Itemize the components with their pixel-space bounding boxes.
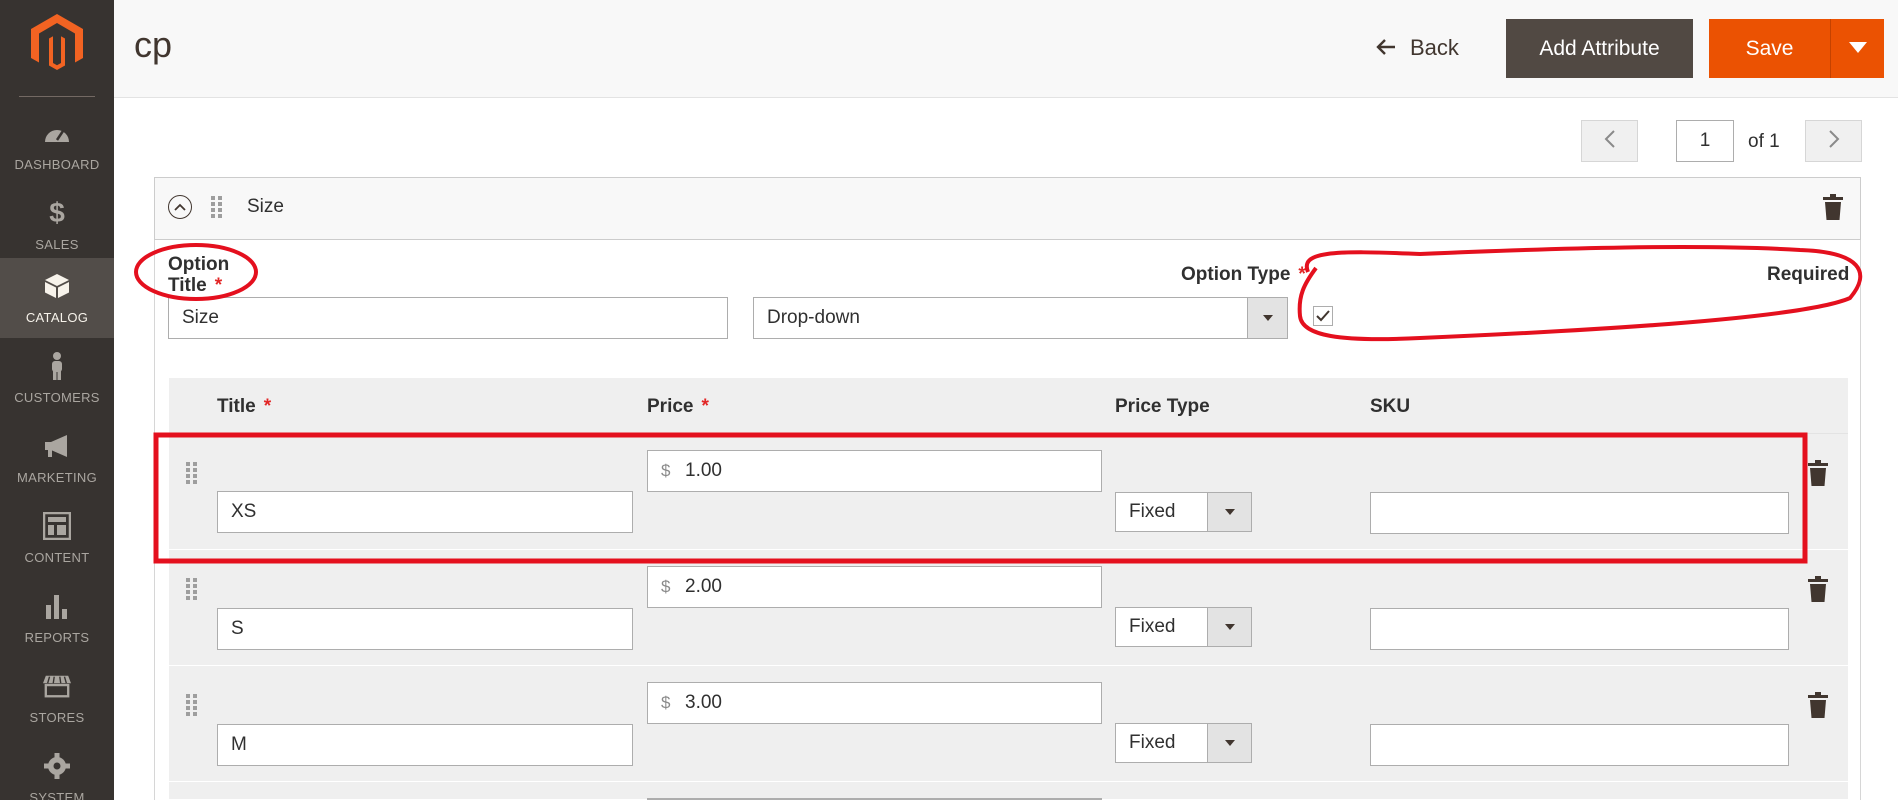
value-sku-input[interactable] xyxy=(1370,608,1789,650)
price-value: 1.00 xyxy=(685,460,722,481)
back-button[interactable]: Back xyxy=(1376,30,1459,66)
currency-symbol: $ xyxy=(661,577,671,596)
required-checkbox[interactable] xyxy=(1313,306,1333,326)
sidebar-item-label: DASHBOARD xyxy=(14,157,100,172)
sidebar-item-label: STORES xyxy=(29,710,85,725)
price-type-select[interactable]: Fixed xyxy=(1115,607,1252,647)
sidebar-item-label: REPORTS xyxy=(24,630,90,645)
value-title-input[interactable]: S xyxy=(217,608,633,650)
drag-handle-icon[interactable] xyxy=(186,694,198,716)
currency-symbol: $ xyxy=(661,693,671,712)
column-header-sku: SKU xyxy=(1370,396,1411,417)
required-asterisk: * xyxy=(1298,264,1306,285)
values-grid-header xyxy=(169,378,1848,434)
required-label: Required xyxy=(1767,264,1850,285)
value-sku-input[interactable] xyxy=(1370,724,1789,766)
drag-handle-icon[interactable] xyxy=(186,578,198,600)
sidebar-item-system[interactable]: SYSTEM xyxy=(0,738,114,800)
pager-prev-button[interactable] xyxy=(1581,120,1638,162)
caret-down-icon xyxy=(1207,724,1251,762)
chevron-right-icon xyxy=(1828,129,1840,154)
caret-down-icon xyxy=(1207,608,1251,646)
required-asterisk: * xyxy=(214,275,223,296)
option-title-input[interactable]: Size xyxy=(168,297,728,339)
dollar-icon: $ xyxy=(49,197,65,228)
option-type-value: Drop-down xyxy=(767,307,860,328)
cube-icon xyxy=(43,272,71,300)
caret-down-icon xyxy=(1247,298,1287,338)
option-type-label-text: Option Type xyxy=(1181,264,1291,285)
column-header-title: Title * xyxy=(217,396,271,418)
back-button-label: Back xyxy=(1410,35,1459,60)
sidebar-item-label: SALES xyxy=(35,237,79,252)
column-header-price-text: Price xyxy=(647,396,694,417)
sidebar-item-label: CUSTOMERS xyxy=(14,390,100,405)
save-button[interactable]: Save xyxy=(1709,19,1830,78)
price-value: 3.00 xyxy=(685,692,722,713)
save-options-toggle[interactable] xyxy=(1830,19,1884,78)
collapse-icon[interactable] xyxy=(168,195,192,219)
price-type-value: Fixed xyxy=(1129,732,1176,753)
value-sku-input[interactable] xyxy=(1370,492,1789,534)
sidebar-item-stores[interactable]: STORES xyxy=(0,658,114,738)
required-asterisk: * xyxy=(263,396,272,417)
sidebar-item-customers[interactable]: CUSTOMERS xyxy=(0,338,114,418)
price-type-select[interactable]: Fixed xyxy=(1115,492,1252,532)
sidebar-item-catalog[interactable]: CATALOG xyxy=(0,258,114,338)
sidebar-item-sales[interactable]: $ SALES xyxy=(0,185,114,265)
value-price-input[interactable]: $ 1.00 xyxy=(647,450,1102,492)
megaphone-icon xyxy=(43,432,71,460)
gear-icon xyxy=(43,752,71,780)
pager-next-button[interactable] xyxy=(1805,120,1862,162)
column-header-price: Price * xyxy=(647,396,709,418)
sidebar-item-label: CONTENT xyxy=(24,550,90,565)
person-icon xyxy=(43,352,71,380)
pager-total: of 1 xyxy=(1748,131,1780,152)
caret-down-icon xyxy=(1207,493,1251,531)
arrow-left-icon xyxy=(1376,35,1396,61)
trash-icon[interactable] xyxy=(1808,576,1828,602)
value-title-input[interactable]: M xyxy=(217,724,633,766)
value-title-input[interactable]: XS xyxy=(217,491,633,533)
pager-page-input[interactable]: 1 xyxy=(1676,120,1734,162)
price-type-value: Fixed xyxy=(1129,616,1176,637)
column-header-title-text: Title xyxy=(217,396,256,417)
currency-symbol: $ xyxy=(661,461,671,480)
trash-icon[interactable] xyxy=(1808,692,1828,718)
sidebar-item-reports[interactable]: REPORTS xyxy=(0,578,114,658)
sidebar-item-label: SYSTEM xyxy=(29,790,85,800)
admin-sidebar: DASHBOARD $ SALES CATALOG CUSTOMERS MARK… xyxy=(0,0,114,800)
page-title: cp xyxy=(134,24,173,65)
trash-icon[interactable] xyxy=(1808,460,1828,486)
sidebar-item-content[interactable]: CONTENT xyxy=(0,498,114,578)
option-type-select[interactable]: Drop-down xyxy=(753,297,1288,339)
bar-chart-icon xyxy=(43,592,71,620)
option-header-title: Size xyxy=(247,196,284,217)
caret-down-icon xyxy=(1848,40,1867,58)
price-type-value: Fixed xyxy=(1129,501,1176,522)
required-asterisk: * xyxy=(701,396,709,417)
option-header[interactable] xyxy=(154,177,1861,240)
price-value: 2.00 xyxy=(685,576,722,597)
storefront-icon xyxy=(43,672,71,700)
option-title-label: Option Title * xyxy=(168,254,238,296)
magento-logo-icon[interactable] xyxy=(31,14,83,70)
sidebar-item-dashboard[interactable]: DASHBOARD xyxy=(0,105,114,185)
value-price-input[interactable]: $ 3.00 xyxy=(647,682,1102,724)
drag-handle-icon[interactable] xyxy=(211,196,223,218)
value-price-input[interactable]: $ 2.00 xyxy=(647,566,1102,608)
sidebar-divider xyxy=(19,96,95,97)
trash-icon[interactable] xyxy=(1823,194,1843,220)
price-type-select[interactable]: Fixed xyxy=(1115,723,1252,763)
add-attribute-button[interactable]: Add Attribute xyxy=(1506,19,1693,78)
sidebar-item-label: MARKETING xyxy=(17,470,97,485)
dashboard-icon xyxy=(43,119,71,147)
sidebar-item-marketing[interactable]: MARKETING xyxy=(0,418,114,498)
sidebar-item-label: CATALOG xyxy=(25,310,89,325)
layout-icon xyxy=(43,512,71,540)
chevron-left-icon xyxy=(1604,129,1616,154)
column-header-price-type: Price Type xyxy=(1115,396,1210,417)
drag-handle-icon[interactable] xyxy=(186,462,198,484)
option-type-label: Option Type * xyxy=(1181,264,1306,285)
